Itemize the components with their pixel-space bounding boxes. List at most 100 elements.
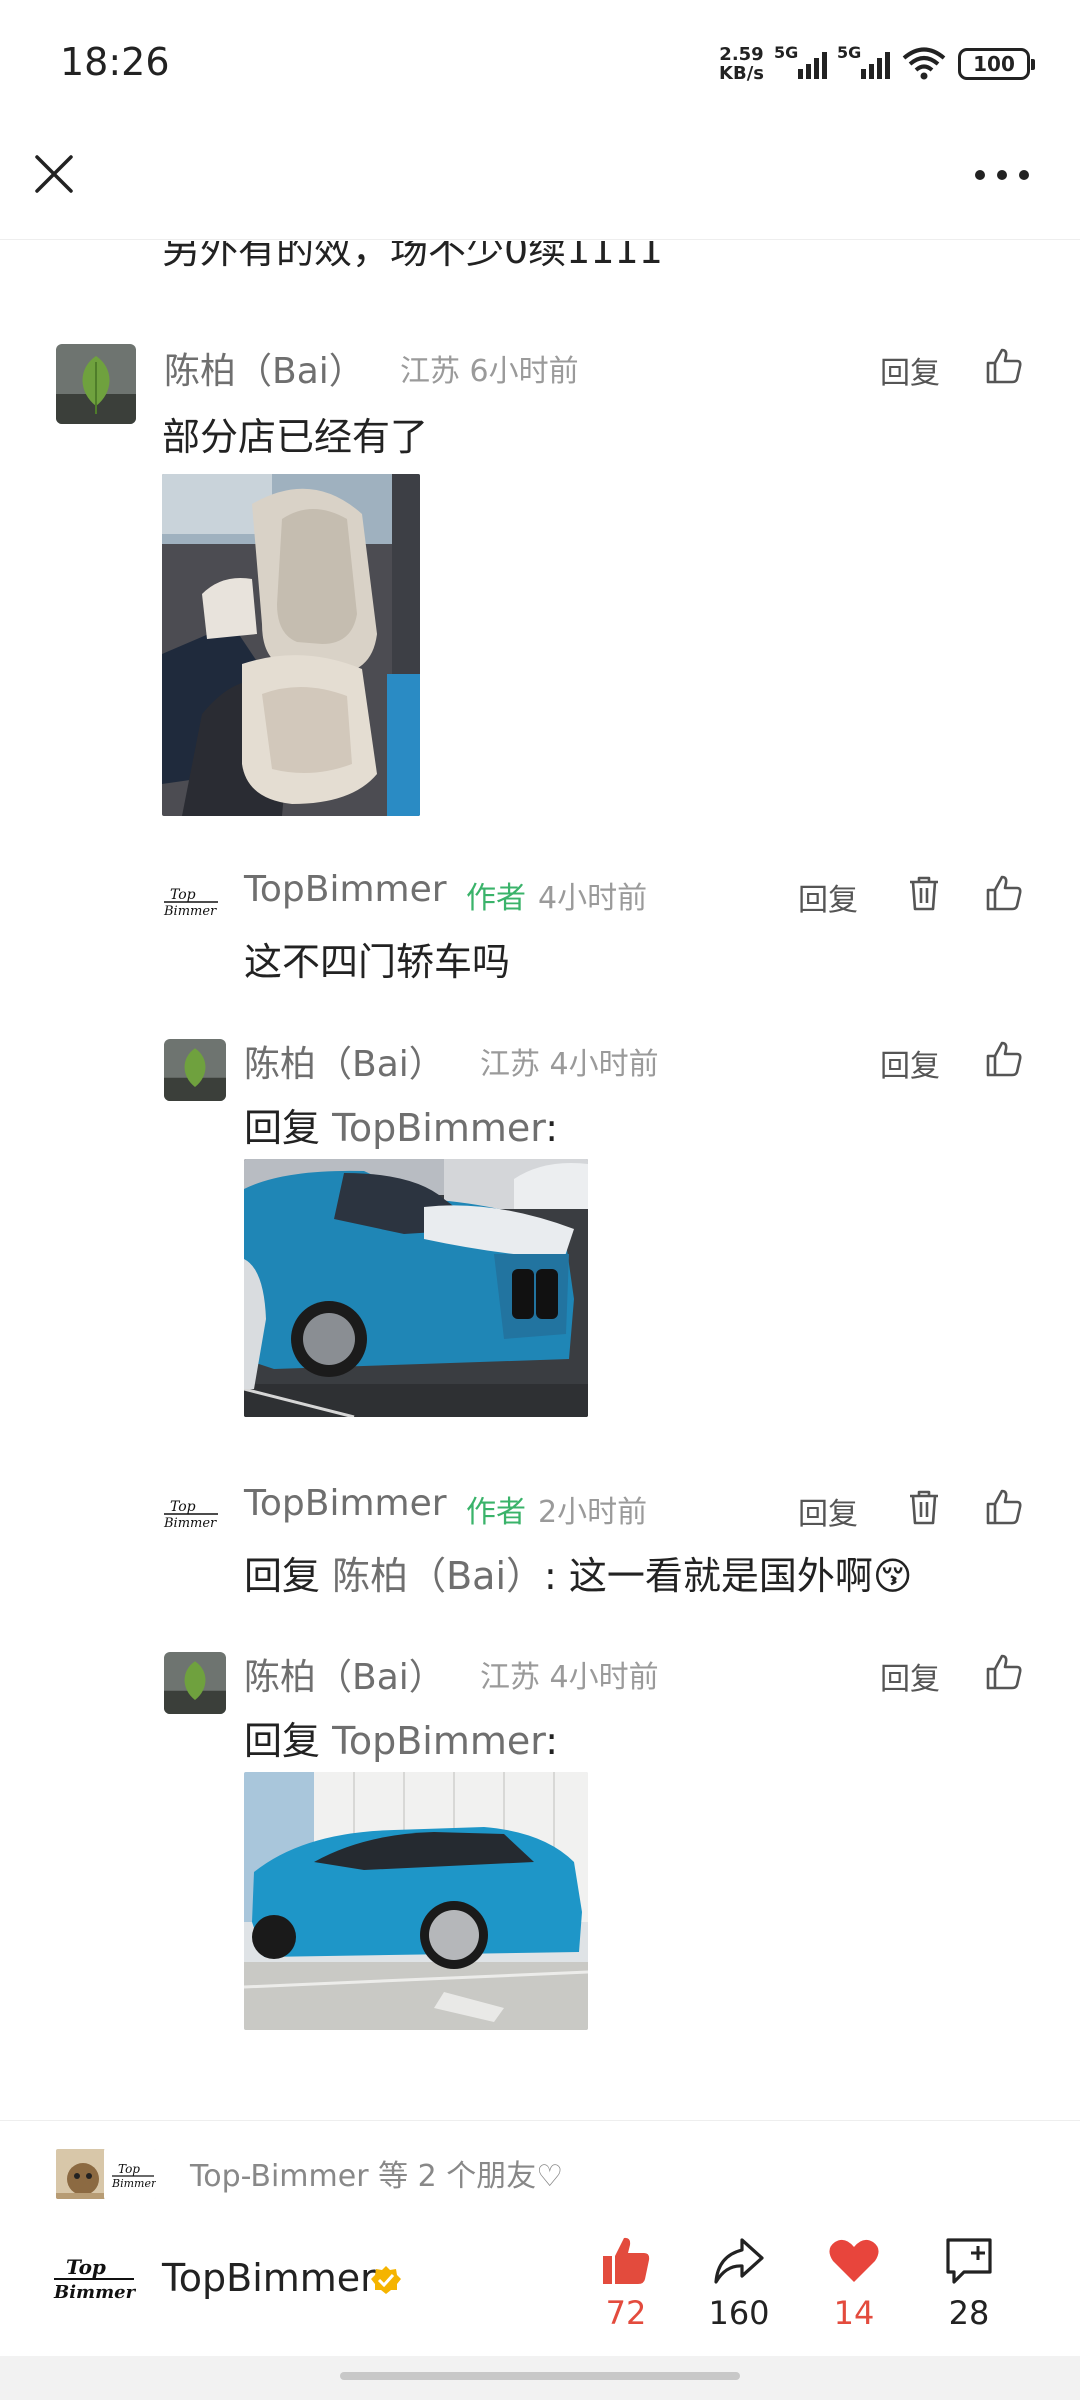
svg-text:Top: Top [170,1499,196,1515]
reply-prefix: 回复 [244,1554,333,1598]
trash-icon[interactable] [904,873,944,913]
comment-location: 江苏 [480,1660,540,1695]
commenter-name[interactable]: 陈柏（Bai） [244,1648,445,1700]
reply-button[interactable]: 回复 [880,1041,940,1085]
comment-time: 4小时前 [538,881,648,916]
comment-photo[interactable] [162,474,420,816]
comment-text: 回复 陈柏（Bai）: 这一看就是国外啊😚 [244,1545,913,1600]
network-speed: 2.59 KB/s [719,45,764,83]
wifi-icon [902,47,946,80]
system-nav-area [0,2356,1080,2400]
comment-time: 6小时前 [469,354,579,389]
favorite-stat[interactable]: 14 [799,2234,909,2332]
comment-time: 2小时前 [538,1495,648,1530]
comment-text: 这不四门轿车吗 [244,940,511,984]
svg-text:Bimmer: Bimmer [53,2282,136,2303]
reply-prefix: 回复 [244,1106,333,1150]
network-speed-value: 2.59 [719,44,764,65]
comment-photo[interactable] [244,1772,588,2030]
svg-text:Bimmer: Bimmer [163,1516,217,1531]
thumbs-up-icon[interactable] [984,346,1024,386]
comment-time: 4小时前 [549,1660,659,1695]
svg-text:Top: Top [66,2255,106,2279]
comment-time: 4小时前 [549,1047,659,1082]
like-stat[interactable]: 72 [571,2234,681,2332]
avatar[interactable] [164,1039,226,1101]
comment-photo[interactable] [244,1159,588,1417]
comment-meta: 作者 4小时前 [466,873,647,917]
share-stat[interactable]: 160 [684,2234,794,2332]
comment-thread: 另外有的效，场不少0续1111 陈柏（Bai） 江苏 6小时前 回复 部分店已经… [0,241,1080,2119]
comment-text: 回复 TopBimmer: [244,1097,558,1152]
friends-liked-text: Top-Bimmer 等 2 个朋友♡ [190,2159,564,2194]
comment-text: 部分店已经有了 [162,415,429,459]
svg-text:Bimmer: Bimmer [111,2177,157,2190]
status-icons: 2.59 KB/s 5G 5G 100 [719,42,1035,86]
comment-meta: 江苏 4小时前 [480,1039,659,1083]
comment-meta: 江苏 6小时前 [400,346,579,390]
friend-avatar: Top Bimmer [104,2147,158,2201]
reply-button[interactable]: 回复 [880,348,940,392]
thumbs-up-icon[interactable] [984,1039,1024,1079]
author-tag: 作者 [466,881,526,916]
signal-label-2: 5G [837,43,862,62]
author-avatar[interactable]: Top Bimmer [160,871,222,933]
cellular-signal-icon-2: 5G [837,43,890,79]
svg-text:Top: Top [118,2162,140,2176]
reply-suffix: : 这一看就是国外啊😚 [544,1554,913,1598]
author-avatar[interactable]: Top Bimmer [160,1483,222,1545]
heart-filled-icon [829,2239,879,2282]
network-speed-unit: KB/s [719,63,764,84]
comment-location: 江苏 [400,354,460,389]
status-time: 18:26 [60,40,170,84]
friend-avatar [54,2147,108,2201]
comment-stat[interactable]: 28 [914,2234,1024,2332]
signal-label: 5G [774,43,799,62]
verified-badge-icon [371,2266,401,2294]
thumbs-up-icon[interactable] [984,1652,1024,1692]
commenter-name[interactable]: 陈柏（Bai） [164,342,365,394]
thumbs-up-filled-icon [603,2237,650,2284]
status-bar: 18:26 2.59 KB/s 5G 5G 100 [0,0,1080,130]
share-icon [714,2238,764,2284]
comment-add-icon [946,2238,992,2284]
reply-button[interactable]: 回复 [880,1654,940,1698]
cellular-signal-icon: 5G [774,43,827,79]
cut-off-comment-text: 另外有的效，场不少0续1111 [162,241,663,272]
reply-to-name[interactable]: TopBimmer [332,1719,545,1763]
like-count: 72 [605,2294,647,2332]
commenter-name[interactable]: TopBimmer [244,1483,447,1524]
reply-suffix: : [545,1719,559,1763]
comment-count: 28 [948,2294,990,2332]
reply-button[interactable]: 回复 [798,875,858,919]
reply-to-name[interactable]: 陈柏（Bai） [332,1554,544,1598]
svg-text:Bimmer: Bimmer [163,904,217,919]
battery-level: 100 [973,52,1015,76]
commenter-name[interactable]: TopBimmer [244,869,447,910]
share-count: 160 [708,2294,770,2332]
top-nav [0,130,1080,240]
trash-icon[interactable] [904,1487,944,1527]
post-author-name[interactable]: TopBimmer [162,2256,376,2300]
author-tag: 作者 [466,1495,526,1530]
commenter-name[interactable]: 陈柏（Bai） [244,1035,445,1087]
reply-suffix: : [545,1106,559,1150]
comment-meta: 作者 2小时前 [466,1487,647,1531]
close-icon[interactable] [32,152,76,196]
friends-liked-bar[interactable]: Top Bimmer Top-Bimmer 等 2 个朋友♡ [0,2120,1080,2220]
friend-avatars: Top Bimmer [54,2147,158,2201]
avatar[interactable] [56,344,136,424]
comment-text: 回复 TopBimmer: [244,1710,558,1765]
author-logo[interactable]: Top Bimmer [52,2248,136,2312]
thumbs-up-icon[interactable] [984,1487,1024,1527]
more-dots-icon[interactable] [972,160,1032,190]
reply-prefix: 回复 [244,1719,333,1763]
reply-to-name[interactable]: TopBimmer [332,1106,545,1150]
avatar[interactable] [164,1652,226,1714]
favorite-count: 14 [833,2294,875,2332]
comment-meta: 江苏 4小时前 [480,1652,659,1696]
reply-button[interactable]: 回复 [798,1489,858,1533]
battery-icon: 100 [958,48,1035,80]
home-indicator[interactable] [340,2372,740,2380]
thumbs-up-icon[interactable] [984,873,1024,913]
